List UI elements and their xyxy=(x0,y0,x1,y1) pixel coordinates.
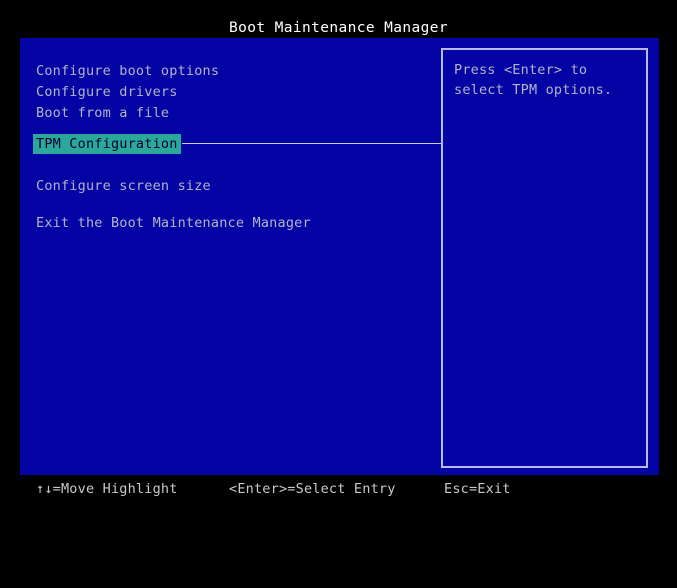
menu-item[interactable]: Configure drivers xyxy=(33,82,181,102)
menu-item[interactable]: Configure boot options xyxy=(33,61,222,81)
selected-row-rule xyxy=(182,143,441,144)
menu-item[interactable]: Configure screen size xyxy=(33,176,214,196)
menu-item-label: Configure drivers xyxy=(33,82,181,102)
menu-item-label: TPM Configuration xyxy=(33,134,181,154)
help-text: Press <Enter> to select TPM options. xyxy=(454,60,639,100)
menu-item-label: Configure screen size xyxy=(33,176,214,196)
footer-hint-bar: ↑↓=Move Highlight <Enter>=Select Entry E… xyxy=(0,478,677,500)
hint-esc-exit: Esc=Exit xyxy=(444,478,511,500)
hint-select-entry: <Enter>=Select Entry xyxy=(229,478,396,500)
help-panel: Press <Enter> to select TPM options. xyxy=(441,48,648,468)
menu-item[interactable]: TPM Configuration xyxy=(33,134,181,154)
main-panel: Configure boot optionsConfigure driversB… xyxy=(20,38,659,475)
hint-move-highlight: ↑↓=Move Highlight xyxy=(36,478,178,500)
bios-screen: Boot Maintenance Manager Configure boot … xyxy=(0,0,677,512)
menu-item-label: Exit the Boot Maintenance Manager xyxy=(33,213,314,233)
boot-menu-list: Configure boot optionsConfigure driversB… xyxy=(20,38,441,475)
menu-item[interactable]: Exit the Boot Maintenance Manager xyxy=(33,213,314,233)
menu-item-label: Configure boot options xyxy=(33,61,222,81)
menu-item[interactable]: Boot from a file xyxy=(33,103,172,123)
menu-item-label: Boot from a file xyxy=(33,103,172,123)
page-title: Boot Maintenance Manager xyxy=(0,18,677,38)
